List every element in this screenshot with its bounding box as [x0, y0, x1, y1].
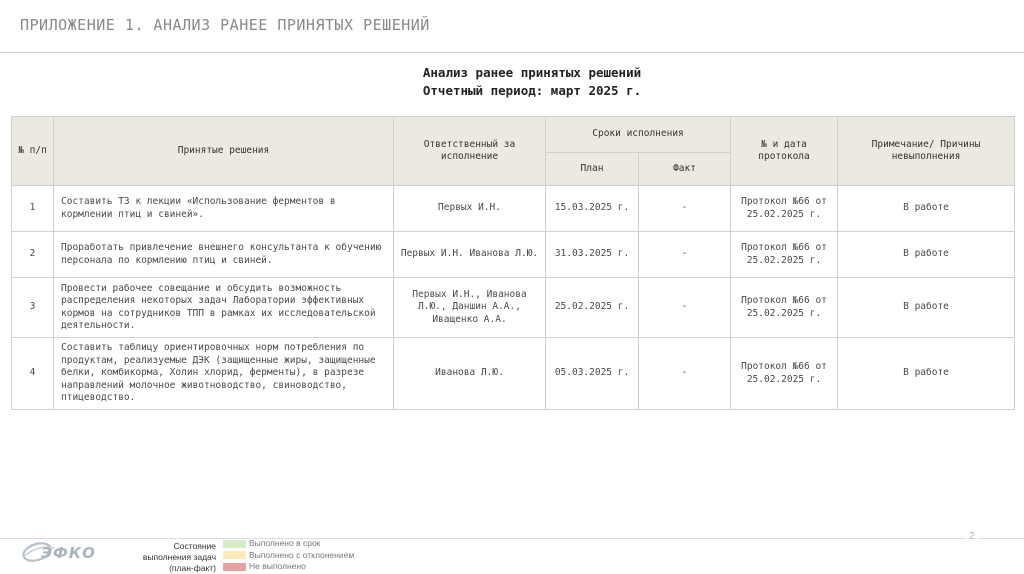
- legend-item-not-done: Не выполнено: [223, 561, 354, 573]
- row-protocol: Протокол №66 от 25.02.2025 г.: [730, 185, 839, 232]
- row-fact: -: [637, 277, 732, 338]
- status-caption: Состояние выполнения задач (план-факт): [142, 541, 216, 573]
- legend-swatch-red: [223, 562, 246, 571]
- row-plan: 05.03.2025 г.: [545, 337, 639, 410]
- legend-label: Не выполнено: [249, 561, 306, 571]
- heading-line-2: Отчетный период: март 2025 г.: [422, 83, 642, 98]
- row-note: В работе: [837, 277, 1016, 338]
- status-legend: Выполнено в срок Выполнено с отклонением…: [223, 538, 354, 573]
- header-deadlines: Сроки исполнения: [544, 116, 732, 153]
- row-responsible: Первых И.Н.: [393, 185, 546, 232]
- row-fact: -: [637, 337, 732, 410]
- row-fact: -: [637, 185, 732, 232]
- page-number: 2: [966, 531, 978, 542]
- legend-item-deviation: Выполнено с отклонением: [223, 550, 354, 562]
- row-protocol: Протокол №66 от 25.02.2025 г.: [730, 231, 839, 278]
- row-fact: -: [637, 231, 732, 278]
- row-decision: Составить ТЗ к лекции «Использование фер…: [53, 185, 394, 232]
- legend-swatch-green: [223, 539, 246, 548]
- header-responsible: Ответственный за исполнение: [393, 116, 546, 186]
- table-row: 1 Составить ТЗ к лекции «Использование ф…: [11, 185, 1016, 232]
- row-plan: 15.03.2025 г.: [545, 185, 639, 232]
- row-plan: 31.03.2025 г.: [545, 231, 639, 278]
- row-num: 2: [11, 231, 54, 278]
- row-note: В работе: [837, 185, 1016, 232]
- legend-label: Выполнено с отклонением: [249, 549, 355, 560]
- logo-text: ЭФКО: [41, 544, 96, 562]
- row-protocol: Протокол №66 от 25.02.2025 г.: [730, 337, 839, 410]
- row-note: В работе: [837, 231, 1016, 278]
- row-plan: 25.02.2025 г.: [545, 277, 639, 338]
- table-row: 2 Проработать привлечение внешнего консу…: [11, 231, 1016, 278]
- legend-label: Выполнено в срок: [249, 538, 321, 548]
- footer-divider: [0, 538, 1024, 539]
- row-responsible: Первых И.Н., Иванова Л.Ю., Даншин А.А., …: [393, 277, 546, 338]
- row-protocol: Протокол №66 от 25.02.2025 г.: [730, 277, 839, 338]
- header-note: Примечание/ Причины невыполнения: [837, 116, 1016, 186]
- row-num: 3: [11, 277, 54, 338]
- decisions-table: № п/п Принятые решения Ответственный за …: [11, 116, 1016, 410]
- row-num: 1: [11, 185, 54, 232]
- header-fact: Факт: [637, 152, 732, 186]
- title-divider: [0, 52, 1024, 53]
- header-decision: Принятые решения: [53, 116, 394, 186]
- table-row: 4 Составить таблицу ориентировочных норм…: [11, 337, 1016, 410]
- row-decision: Провести рабочее совещание и обсудить во…: [53, 277, 394, 338]
- header-protocol: № и дата протокола: [730, 116, 839, 186]
- row-decision: Проработать привлечение внешнего консуль…: [53, 231, 394, 278]
- row-responsible: Первых И.Н. Иванова Л.Ю.: [393, 231, 546, 278]
- page-title: ПРИЛОЖЕНИЕ 1. АНАЛИЗ РАНЕЕ ПРИНЯТЫХ РЕШЕ…: [20, 16, 430, 34]
- row-decision: Составить таблицу ориентировочных норм п…: [53, 337, 394, 410]
- header-plan: План: [545, 152, 639, 186]
- table-row: 3 Провести рабочее совещание и обсудить …: [11, 277, 1016, 338]
- legend-swatch-yellow: [223, 551, 246, 560]
- legend-item-on-time: Выполнено в срок: [223, 538, 354, 550]
- document-heading: Анализ ранее принятых решений Отчетный п…: [0, 64, 1024, 100]
- row-note: В работе: [837, 337, 1016, 410]
- row-responsible: Иванова Л.Ю.: [393, 337, 546, 410]
- company-logo: ЭФКО: [22, 542, 96, 562]
- header-num: № п/п: [11, 116, 54, 186]
- row-num: 4: [11, 337, 54, 410]
- heading-line-1: Анализ ранее принятых решений: [422, 65, 642, 80]
